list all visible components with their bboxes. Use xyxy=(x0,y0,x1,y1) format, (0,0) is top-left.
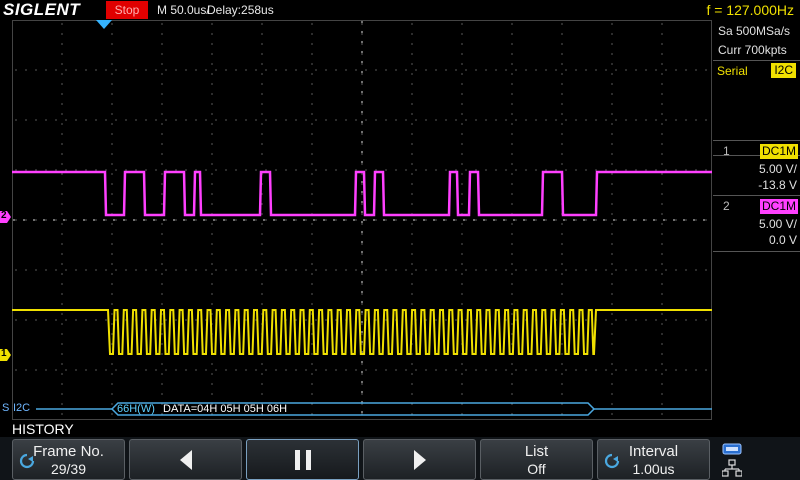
ch1-marker-label: 1 xyxy=(1,348,7,359)
timebase-readout: M 50.0us/ xyxy=(157,3,210,17)
frequency-readout: f = 127.000Hz xyxy=(706,2,794,18)
list-toggle-button[interactable]: List Off xyxy=(480,439,593,480)
brand-logo: SIGLENT xyxy=(3,0,81,19)
interval-button[interactable]: Interval 1.00us xyxy=(597,439,710,480)
ch2-marker-label: 2 xyxy=(1,210,7,221)
memory-depth: Curr 700kpts xyxy=(718,43,787,57)
status-icons xyxy=(716,439,800,480)
decode-source-marker: S xyxy=(2,402,10,414)
pause-icon xyxy=(294,449,311,470)
rotary-knob-icon xyxy=(19,453,35,469)
top-status-bar: SIGLENT Stop M 50.0us/ Delay:258us f = 1… xyxy=(0,0,800,20)
serial-protocol-badge: I2C xyxy=(771,63,796,78)
list-value: Off xyxy=(527,461,546,477)
network-icon xyxy=(722,459,742,477)
ch2-scale: 5.00 V/ xyxy=(758,217,797,231)
ch1-offset: -13.8 V xyxy=(758,178,797,192)
ch1-number: 1 xyxy=(723,144,730,158)
delay-readout: Delay:258us xyxy=(207,3,274,17)
decode-bus: S I2C 66H(W) DATA=04H 05H 05H 06H xyxy=(0,400,713,418)
play-pause-button[interactable] xyxy=(246,439,359,480)
decode-address: 66H(W) xyxy=(117,403,155,415)
info-panel: Sa 500MSa/s Curr 700kpts Serial I2C 1 DC… xyxy=(713,20,800,420)
serial-label: Serial xyxy=(717,64,748,78)
waveform-display[interactable] xyxy=(12,20,712,420)
ch2-number: 2 xyxy=(723,199,730,213)
rotary-knob-icon xyxy=(604,453,620,469)
frame-number-button[interactable]: Frame No. 29/39 xyxy=(12,439,125,480)
ch2-coupling-badge: DC1M xyxy=(759,199,798,214)
triangle-left-icon xyxy=(179,449,192,470)
next-frame-button[interactable] xyxy=(363,439,476,480)
triangle-right-icon xyxy=(413,449,426,470)
softkey-bar: Frame No. 29/39 List Off Interval 1.00us xyxy=(0,437,800,480)
decode-protocol-label: I2C xyxy=(13,402,31,414)
ch1-coupling-badge: DC1M xyxy=(759,144,798,159)
ch1-scale: 5.00 V/ xyxy=(758,162,797,176)
ch2-info[interactable]: 2 DC1M 5.00 V/ 0.0 V xyxy=(713,196,800,252)
trigger-position-icon xyxy=(96,20,112,29)
ch2-offset-marker[interactable]: 2 xyxy=(0,210,11,223)
graticule xyxy=(12,20,712,420)
menu-title: HISTORY xyxy=(12,421,74,437)
sample-rate: Sa 500MSa/s xyxy=(718,24,791,38)
decode-data: DATA=04H 05H 05H 06H xyxy=(163,403,288,415)
ch1-info[interactable]: 1 DC1M 5.00 V/ -13.8 V xyxy=(713,140,800,196)
run-stop-status[interactable]: Stop xyxy=(106,1,148,19)
previous-frame-button[interactable] xyxy=(129,439,242,480)
usb-icon xyxy=(722,443,742,455)
ch2-offset: 0.0 V xyxy=(768,233,797,247)
list-label: List xyxy=(524,443,549,460)
ch1-offset-marker[interactable]: 1 xyxy=(0,348,11,361)
